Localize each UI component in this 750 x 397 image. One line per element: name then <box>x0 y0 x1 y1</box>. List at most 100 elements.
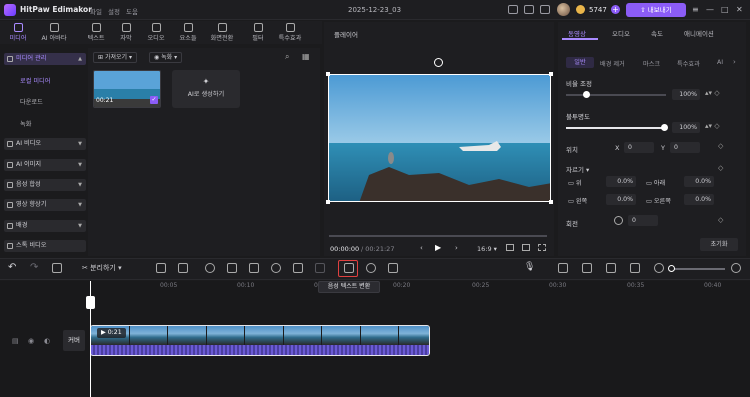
prev-frame-icon[interactable]: ‹ <box>420 244 423 252</box>
zoom-slider-knob[interactable] <box>668 265 675 272</box>
tab-media[interactable]: 미디어 <box>4 22 32 44</box>
tab-audio[interactable]: 오디오 <box>142 22 170 44</box>
sidebar-local-media[interactable]: 로컬 미디어 <box>20 76 50 85</box>
opacity-slider-knob[interactable] <box>661 124 668 131</box>
tab-subtitles[interactable]: 자막 <box>112 22 140 44</box>
prop-tab-animation[interactable]: 애니메이션 <box>684 28 714 38</box>
split-dropdown[interactable]: ✂ 분리하기 ▾ <box>82 263 122 273</box>
subtab-mask[interactable]: 마스크 <box>643 59 660 68</box>
avatar-tool-icon[interactable] <box>366 263 376 273</box>
crop-right-field[interactable]: 0.0% <box>684 194 714 205</box>
y-field[interactable]: 0 <box>670 142 700 153</box>
search-icon[interactable]: ⌕ <box>285 52 289 62</box>
aspect-ratio-dropdown[interactable]: 16:9 ▾ <box>477 245 497 253</box>
delete-icon[interactable] <box>52 263 62 273</box>
crop-bottom-field[interactable]: 0.0% <box>684 176 714 187</box>
rotate-keyframe-icon[interactable]: ◇ <box>718 216 723 224</box>
fit-icon[interactable] <box>630 263 640 273</box>
tab-transitions[interactable]: 화면전환 <box>208 22 236 44</box>
screen-icon[interactable] <box>540 5 550 14</box>
user-avatar[interactable] <box>557 3 570 16</box>
freeze-tool-icon[interactable] <box>315 263 325 273</box>
redo-icon[interactable]: ↷ <box>30 262 38 273</box>
sidebar-downloads[interactable]: 다운로드 <box>20 97 43 106</box>
zoom-in-icon[interactable] <box>731 263 741 273</box>
sidebar-recordings[interactable]: 녹화 <box>20 119 31 128</box>
import-dropdown[interactable]: ⊞ 가져오기 ▾ <box>93 52 137 63</box>
mail-icon[interactable] <box>524 5 534 14</box>
tab-ai-avatar[interactable]: AI 아바타 <box>40 22 68 44</box>
export-button[interactable]: ⇪ 내보내기 <box>626 3 686 17</box>
resize-handle-tl[interactable] <box>326 72 330 76</box>
prop-tab-video[interactable]: 동영상 <box>568 28 586 38</box>
record-dropdown[interactable]: ◉ 녹화 ▾ <box>149 52 183 63</box>
resize-handle-bl[interactable] <box>326 200 330 204</box>
tab-text[interactable]: 텍스트 <box>82 22 110 44</box>
reset-button[interactable]: 초기화 <box>700 238 738 251</box>
undo-icon[interactable]: ↶ <box>8 262 16 273</box>
crop-keyframe-icon[interactable]: ◇ <box>718 164 723 172</box>
player-progress[interactable] <box>329 235 547 237</box>
chevron-right-icon[interactable]: › <box>733 58 736 66</box>
snapshot-icon[interactable] <box>506 244 514 251</box>
reverse-tool-icon[interactable] <box>271 263 281 273</box>
menu-help[interactable]: 도움 <box>126 6 138 16</box>
crop-tool-icon[interactable] <box>227 263 237 273</box>
link-icon[interactable] <box>558 263 568 273</box>
resize-handle-tr[interactable] <box>549 72 553 76</box>
ai-generate-button[interactable]: ✦ AI로 생성하기 <box>172 70 240 108</box>
opacity-field[interactable]: 100% <box>672 122 700 133</box>
video-clip[interactable]: ▶ 0:21 <box>90 325 430 356</box>
grid-view-icon[interactable]: ▦ <box>302 52 310 61</box>
x-field[interactable]: 0 <box>624 142 654 153</box>
text-tool-icon[interactable] <box>178 263 188 273</box>
snap-icon[interactable] <box>606 263 616 273</box>
sidebar-ai-video[interactable]: AI 비디오 ▼ <box>4 138 86 150</box>
ratio-stepper[interactable]: ▴▾ ◇ <box>705 89 720 97</box>
sidebar-background[interactable]: 배경 ▼ <box>4 220 86 232</box>
add-coins-button[interactable]: + <box>611 5 620 14</box>
subtab-effects[interactable]: 특수효과 <box>677 59 700 68</box>
cover-button[interactable]: 커버 <box>63 330 85 351</box>
opacity-stepper[interactable]: ▴▾ ◇ <box>705 122 720 130</box>
feedback-icon[interactable] <box>508 5 518 14</box>
split-audio-icon[interactable] <box>582 263 592 273</box>
subtitle-tool-icon[interactable] <box>156 263 166 273</box>
sidebar-enhancer[interactable]: 영상 향상기 ▼ <box>4 199 86 211</box>
quality-icon[interactable] <box>522 244 530 251</box>
speed-tool-icon[interactable] <box>205 263 215 273</box>
video-preview[interactable] <box>328 74 551 202</box>
track-visibility-icon[interactable]: ◉ <box>28 337 34 345</box>
sidebar-tts[interactable]: 음성 합성 ▼ <box>4 179 86 191</box>
subtab-ai[interactable]: AI <box>717 59 723 66</box>
sidebar-ai-image[interactable]: AI 이미지 ▼ <box>4 159 86 171</box>
sidebar-media-manage[interactable]: 미디어 관리 ▲ <box>4 53 86 65</box>
opacity-slider[interactable] <box>566 127 666 129</box>
ratio-slider-knob[interactable] <box>583 91 590 98</box>
settings-icon[interactable]: ≡ <box>692 5 699 14</box>
zoom-tool-icon[interactable] <box>388 263 398 273</box>
zoom-out-icon[interactable] <box>654 263 664 273</box>
crop-left-field[interactable]: 0.0% <box>606 194 636 205</box>
position-keyframe-icon[interactable]: ◇ <box>718 142 723 150</box>
resize-handle-br[interactable] <box>549 200 553 204</box>
ratio-slider[interactable] <box>566 94 666 96</box>
crop-top-field[interactable]: 0.0% <box>606 176 636 187</box>
prop-tab-speed[interactable]: 속도 <box>651 28 663 38</box>
play-icon[interactable]: ▶ <box>435 243 441 252</box>
mirror-tool-icon[interactable] <box>293 263 303 273</box>
rotate-field[interactable]: 0 <box>628 215 658 226</box>
check-icon[interactable]: ✓ <box>150 96 158 104</box>
minimize-icon[interactable]: — <box>706 5 714 14</box>
tab-elements[interactable]: 요소들 <box>174 22 202 44</box>
prop-tab-audio[interactable]: 오디오 <box>612 28 630 38</box>
subtab-general[interactable]: 일반 <box>566 57 594 68</box>
ratio-field[interactable]: 100% <box>672 89 700 100</box>
subtab-remove-bg[interactable]: 배경 제거 <box>600 59 625 68</box>
rotate-dial-icon[interactable] <box>614 216 623 225</box>
rotate-handle-icon[interactable] <box>434 58 443 67</box>
maximize-icon[interactable]: □ <box>721 5 729 14</box>
track-mute-icon[interactable]: ◐ <box>44 337 50 345</box>
fullscreen-icon[interactable] <box>538 244 546 251</box>
sidebar-stock-video[interactable]: 스톡 비디오 <box>4 240 86 252</box>
